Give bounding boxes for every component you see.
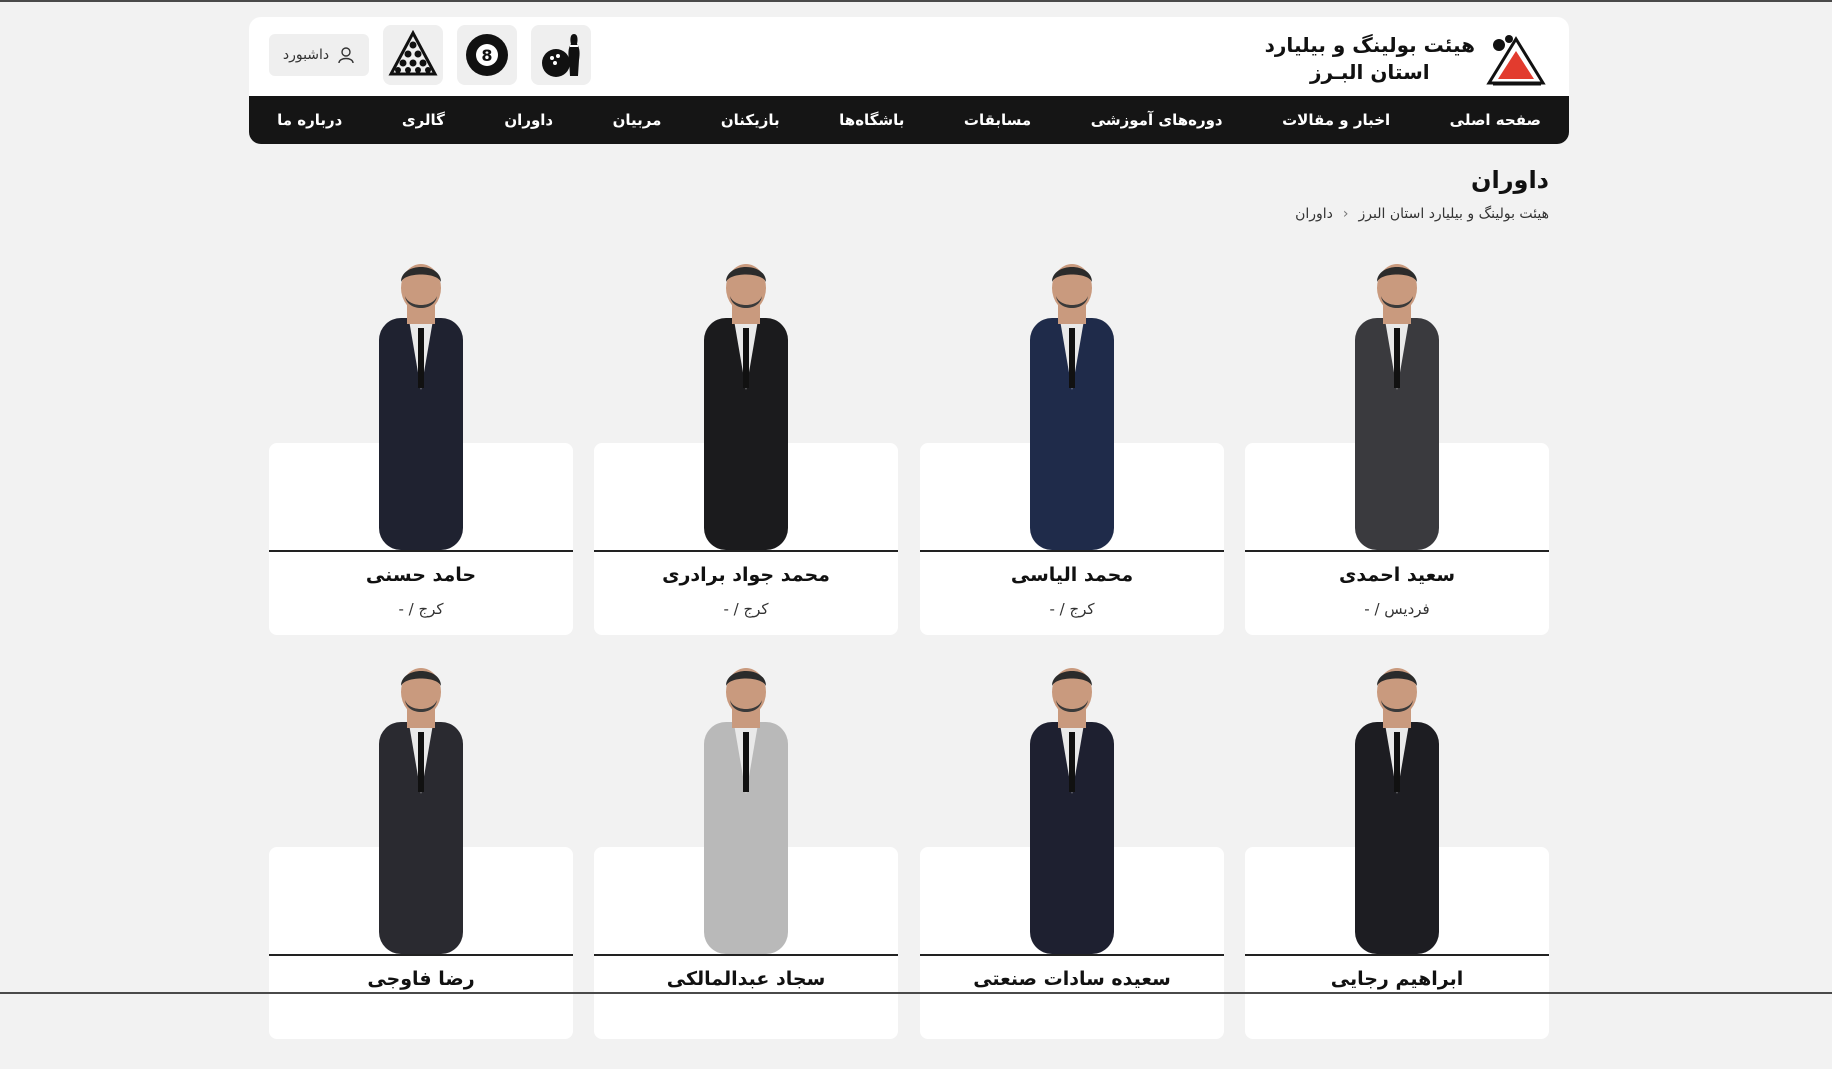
referee-name[interactable]: سعید احمدی: [1245, 564, 1549, 586]
referee-card[interactable]: ابراهیم رجایی: [1245, 664, 1549, 1069]
nav-players[interactable]: بازیکنان: [721, 111, 780, 129]
referee-card[interactable]: رضا فاوجی: [269, 664, 573, 1069]
referee-city: فردیس / -: [1364, 600, 1430, 618]
referee-card[interactable]: محمد جواد برادری کرج / -: [594, 260, 898, 665]
referee-name[interactable]: ابراهیم رجایی: [1245, 968, 1549, 990]
breadcrumb-current: داوران: [1295, 206, 1333, 222]
referee-photo: [704, 668, 788, 954]
nav-competitions[interactable]: مسابقات: [964, 111, 1031, 129]
referee-card[interactable]: محمد الیاسی کرج / -: [920, 260, 1224, 665]
referee-city: کرج / -: [398, 600, 444, 618]
bowling-button[interactable]: [531, 25, 591, 85]
card-divider: [1245, 954, 1549, 956]
nav-home[interactable]: صفحه اصلی: [1450, 111, 1541, 129]
referee-photo: [1355, 668, 1439, 954]
eight-ball-icon: 8: [466, 34, 508, 76]
referee-photo: [379, 668, 463, 954]
nav-clubs[interactable]: باشگاه‌ها: [839, 111, 904, 129]
bowling-icon: [542, 34, 580, 77]
site-logo[interactable]: هیئت بولینگ و بیلیارد استان البـرز: [1265, 31, 1547, 87]
nav-coaches[interactable]: مربیان: [613, 111, 662, 129]
snooker-rack-icon: [388, 30, 438, 76]
referee-card[interactable]: سجاد عبدالمالکی: [594, 664, 898, 1069]
referee-name[interactable]: محمد الیاسی: [920, 564, 1224, 586]
referee-photo: [1030, 668, 1114, 954]
nav-referees[interactable]: داوران: [504, 111, 553, 129]
eight-ball-button[interactable]: 8: [457, 25, 517, 85]
dashboard-button[interactable]: داشبورد: [269, 34, 369, 76]
referee-city: کرج / -: [723, 600, 769, 618]
card-divider: [594, 954, 898, 956]
referee-card[interactable]: سعید احمدی فردیس / -: [1245, 260, 1549, 665]
referee-name[interactable]: سعیده سادات صنعتی: [920, 968, 1224, 990]
referee-photo: [379, 264, 463, 550]
svg-text:8: 8: [481, 46, 492, 65]
breadcrumb: هیئت بولینگ و بیلیارد استان البرز ‹ داور…: [1295, 206, 1549, 222]
nav-about[interactable]: درباره ما: [277, 111, 342, 129]
card-divider: [594, 550, 898, 552]
referee-name[interactable]: محمد جواد برادری: [594, 564, 898, 586]
card-divider: [920, 550, 1224, 552]
referee-photo: [1030, 264, 1114, 550]
logo-subtitle: استان البـرز: [1310, 60, 1430, 84]
user-icon: [338, 47, 354, 64]
logo-mark-icon: [1486, 35, 1546, 86]
referee-name[interactable]: حامد حسنی: [269, 564, 573, 586]
nav-news[interactable]: اخبار و مقالات: [1282, 111, 1390, 129]
referee-photo: [704, 264, 788, 550]
dashboard-label: داشبورد: [282, 47, 330, 63]
card-divider: [1245, 550, 1549, 552]
chevron-left-icon: ‹: [1342, 206, 1349, 222]
referee-card[interactable]: حامد حسنی کرج / -: [269, 260, 573, 665]
card-divider: [920, 954, 1224, 956]
logo-title: هیئت بولینگ و بیلیارد: [1264, 33, 1475, 57]
referee-name[interactable]: سجاد عبدالمالکی: [594, 968, 898, 990]
window-top-border: [0, 0, 1832, 2]
referee-city: کرج / -: [1049, 600, 1095, 618]
breadcrumb-home[interactable]: هیئت بولینگ و بیلیارد استان البرز: [1359, 206, 1549, 222]
nav-courses[interactable]: دوره‌های آموزشی: [1091, 111, 1223, 129]
card-divider: [269, 954, 573, 956]
page-title: داوران: [1471, 166, 1549, 194]
referee-name[interactable]: رضا فاوجی: [269, 968, 573, 990]
nav-gallery[interactable]: گالری: [402, 111, 445, 129]
referee-photo: [1355, 264, 1439, 550]
referee-card[interactable]: سعیده سادات صنعتی: [920, 664, 1224, 1069]
snooker-button[interactable]: [383, 25, 443, 85]
site-header: هیئت بولینگ و بیلیارد استان البـرز داشبو…: [249, 17, 1569, 144]
card-divider: [269, 550, 573, 552]
main-nav: صفحه اصلی اخبار و مقالات دوره‌های آموزشی…: [249, 96, 1569, 144]
